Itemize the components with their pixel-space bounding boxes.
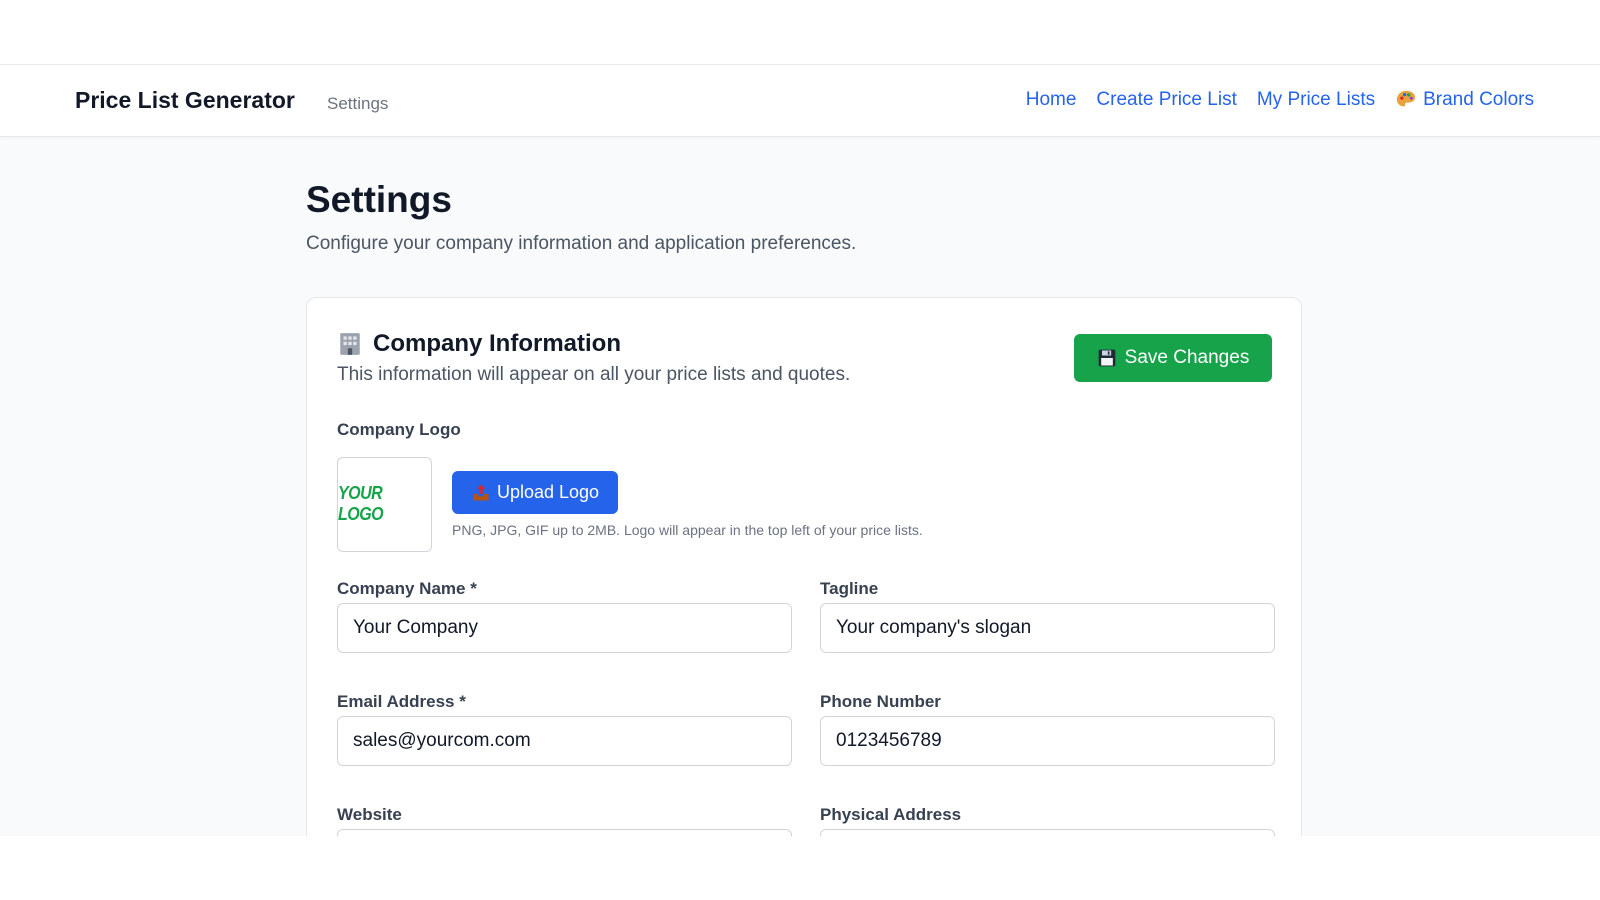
logo-preview: YOUR LOGO xyxy=(337,457,432,552)
card-title: Company Information xyxy=(337,330,621,358)
card-title-text: Company Information xyxy=(373,330,622,357)
tagline-label: Tagline xyxy=(820,579,879,598)
page-subtitle: Configure your company information and a… xyxy=(306,233,857,254)
upload-hint: PNG, JPG, GIF up to 2MB. Logo will appea… xyxy=(452,522,923,538)
app-viewport: Price List Generator Settings Home Creat… xyxy=(0,64,1600,836)
nav-link-my-price-lists[interactable]: My Price Lists xyxy=(1257,89,1375,111)
logo-placeholder-text: YOUR LOGO xyxy=(338,483,384,525)
website-label: Website xyxy=(337,805,402,824)
nav-link-brand-colors-label: Brand Colors xyxy=(1423,89,1534,110)
physical-address-input[interactable] xyxy=(820,829,1275,836)
card-description: This information will appear on all your… xyxy=(337,364,851,385)
company-name-input[interactable] xyxy=(337,603,792,653)
page-title: Settings xyxy=(306,179,452,220)
email-address-input[interactable] xyxy=(337,716,792,766)
breadcrumb: Settings xyxy=(327,94,389,113)
company-name-label: Company Name * xyxy=(337,579,477,598)
upload-logo-button[interactable]: Upload Logo xyxy=(452,471,618,514)
company-information-card: Company Information This information wil… xyxy=(306,297,1302,836)
save-changes-button[interactable]: Save Changes xyxy=(1074,334,1272,382)
physical-address-label: Physical Address xyxy=(820,805,962,824)
brand-title[interactable]: Price List Generator xyxy=(75,87,295,114)
nav-link-home[interactable]: Home xyxy=(1026,89,1077,111)
palette-icon xyxy=(1396,90,1416,107)
upload-logo-label: Upload Logo xyxy=(496,482,600,502)
email-address-label: Email Address * xyxy=(337,692,466,711)
nav-links: Home Create Price List My Price Lists Br… xyxy=(1026,89,1534,111)
top-navbar: Price List Generator Settings Home Creat… xyxy=(0,65,1600,137)
nav-link-brand-colors[interactable]: Brand Colors xyxy=(1395,89,1534,111)
nav-link-create-price-list[interactable]: Create Price List xyxy=(1096,89,1236,111)
website-input[interactable] xyxy=(337,829,792,836)
outbox-tray-icon xyxy=(473,484,489,500)
tagline-input[interactable] xyxy=(820,603,1275,653)
save-changes-label: Save Changes xyxy=(1124,347,1250,368)
building-icon xyxy=(340,333,360,355)
company-logo-label: Company Logo xyxy=(337,420,461,439)
phone-number-label: Phone Number xyxy=(820,692,941,711)
phone-number-input[interactable] xyxy=(820,716,1275,766)
floppy-disk-icon xyxy=(1098,349,1116,367)
